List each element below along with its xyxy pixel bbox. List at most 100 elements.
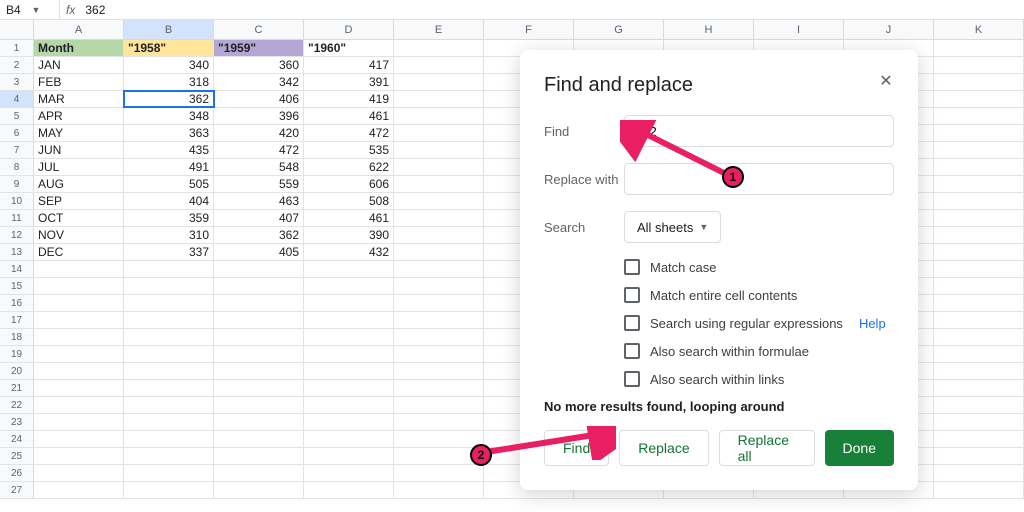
cell-data[interactable]: 340 — [124, 57, 214, 73]
cell-data[interactable]: 491 — [124, 159, 214, 175]
cell-header-1960[interactable]: "1960" — [304, 40, 394, 56]
col-hdr-a[interactable]: A — [34, 20, 124, 39]
cell-data[interactable]: 360 — [214, 57, 304, 73]
cell-empty[interactable] — [214, 482, 304, 498]
col-hdr-e[interactable]: E — [394, 20, 484, 39]
cell-empty[interactable] — [394, 431, 484, 447]
cell-empty[interactable] — [304, 295, 394, 311]
cell-empty[interactable] — [394, 57, 484, 73]
cell-empty[interactable] — [124, 295, 214, 311]
cell-empty[interactable] — [124, 465, 214, 481]
cell-empty[interactable] — [934, 346, 1024, 362]
row-number[interactable]: 23 — [0, 414, 34, 430]
cell-data[interactable]: 390 — [304, 227, 394, 243]
cell-data[interactable]: 463 — [214, 193, 304, 209]
cell-empty[interactable] — [214, 295, 304, 311]
cell-empty[interactable] — [124, 431, 214, 447]
col-hdr-b[interactable]: B — [124, 20, 214, 39]
cell-empty[interactable] — [214, 380, 304, 396]
checkbox-formulae[interactable]: Also search within formulae — [624, 343, 894, 359]
cell-data[interactable]: 419 — [304, 91, 394, 107]
row-number[interactable]: 17 — [0, 312, 34, 328]
col-hdr-c[interactable]: C — [214, 20, 304, 39]
close-icon[interactable]: ✕ — [876, 72, 896, 92]
cell-data[interactable]: 548 — [214, 159, 304, 175]
cell-month[interactable]: NOV — [34, 227, 124, 243]
cell-empty[interactable] — [394, 210, 484, 226]
cell-data[interactable]: 435 — [124, 142, 214, 158]
cell-empty[interactable] — [934, 57, 1024, 73]
checkbox-regex[interactable]: Search using regular expressionsHelp — [624, 315, 894, 331]
row-number[interactable]: 18 — [0, 329, 34, 345]
cell-data[interactable]: 417 — [304, 57, 394, 73]
cell-empty[interactable] — [394, 363, 484, 379]
cell-data[interactable]: 363 — [124, 125, 214, 141]
cell-data[interactable]: 420 — [214, 125, 304, 141]
cell-empty[interactable] — [304, 261, 394, 277]
cell-empty[interactable] — [34, 380, 124, 396]
select-all-corner[interactable] — [0, 20, 34, 39]
row-number[interactable]: 27 — [0, 482, 34, 498]
cell-empty[interactable] — [214, 414, 304, 430]
cell-empty[interactable] — [34, 448, 124, 464]
cell-data[interactable]: 461 — [304, 108, 394, 124]
cell-empty[interactable] — [304, 312, 394, 328]
cell-empty[interactable] — [394, 176, 484, 192]
cell-empty[interactable] — [214, 363, 304, 379]
cell-empty[interactable] — [934, 244, 1024, 260]
cell-month[interactable]: AUG — [34, 176, 124, 192]
cell-empty[interactable] — [934, 414, 1024, 430]
row-number[interactable]: 9 — [0, 176, 34, 192]
name-box[interactable]: B4 ▼ — [0, 0, 60, 19]
cell-empty[interactable] — [394, 125, 484, 141]
cell-empty[interactable] — [394, 295, 484, 311]
cell-empty[interactable] — [304, 482, 394, 498]
cell-empty[interactable] — [934, 261, 1024, 277]
cell-empty[interactable] — [124, 414, 214, 430]
cell-data[interactable]: 505 — [124, 176, 214, 192]
row-number[interactable]: 12 — [0, 227, 34, 243]
cell-empty[interactable] — [394, 108, 484, 124]
row-number[interactable]: 1 — [0, 40, 34, 56]
cell-empty[interactable] — [934, 397, 1024, 413]
row-number[interactable]: 15 — [0, 278, 34, 294]
row-number[interactable]: 5 — [0, 108, 34, 124]
cell-empty[interactable] — [214, 329, 304, 345]
cell-empty[interactable] — [394, 346, 484, 362]
cell-empty[interactable] — [34, 261, 124, 277]
checkbox-match-whole[interactable]: Match entire cell contents — [624, 287, 894, 303]
cell-data[interactable]: 535 — [304, 142, 394, 158]
cell-data[interactable]: 406 — [214, 91, 304, 107]
done-button[interactable]: Done — [825, 430, 894, 466]
cell-data[interactable]: 342 — [214, 74, 304, 90]
replace-input[interactable] — [624, 163, 894, 195]
cell-empty[interactable] — [394, 397, 484, 413]
row-number[interactable]: 16 — [0, 295, 34, 311]
cell-header-1958[interactable]: "1958" — [124, 40, 214, 56]
cell-month[interactable]: SEP — [34, 193, 124, 209]
cell-month[interactable]: MAR — [34, 91, 124, 107]
cell-empty[interactable] — [304, 278, 394, 294]
cell-empty[interactable] — [934, 312, 1024, 328]
cell-empty[interactable] — [934, 380, 1024, 396]
row-number[interactable]: 21 — [0, 380, 34, 396]
col-hdr-h[interactable]: H — [664, 20, 754, 39]
replace-all-button[interactable]: Replace all — [719, 430, 815, 466]
cell-empty[interactable] — [394, 380, 484, 396]
row-number[interactable]: 26 — [0, 465, 34, 481]
find-input[interactable] — [624, 115, 894, 147]
cell-empty[interactable] — [214, 397, 304, 413]
row-number[interactable]: 13 — [0, 244, 34, 260]
cell-month[interactable]: JAN — [34, 57, 124, 73]
row-number[interactable]: 10 — [0, 193, 34, 209]
cell-data[interactable]: 622 — [304, 159, 394, 175]
cell-empty[interactable] — [934, 159, 1024, 175]
cell-month[interactable]: FEB — [34, 74, 124, 90]
cell-empty[interactable] — [934, 278, 1024, 294]
cell-empty[interactable] — [124, 448, 214, 464]
col-hdr-d[interactable]: D — [304, 20, 394, 39]
row-number[interactable]: 3 — [0, 74, 34, 90]
cell-empty[interactable] — [934, 125, 1024, 141]
cell-empty[interactable] — [124, 380, 214, 396]
cell-empty[interactable] — [124, 346, 214, 362]
